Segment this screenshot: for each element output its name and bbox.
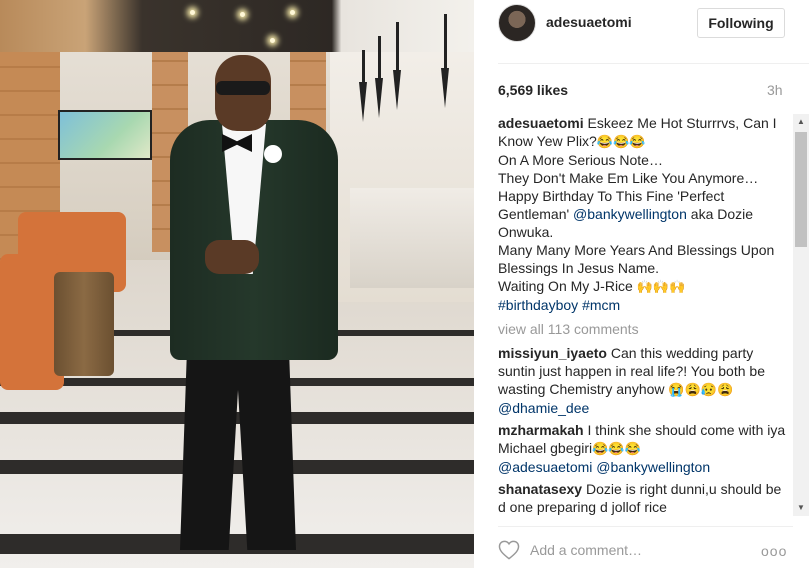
post-header: adesuaetomi Following [474,0,809,46]
add-comment-input[interactable] [530,540,750,560]
following-button[interactable]: Following [697,8,785,38]
view-all-comments-link[interactable]: view all 113 comments [498,320,792,338]
caption-emoji: 😂😂😂 [596,134,646,149]
comment-item: mzharmakah I think she should come with … [498,421,792,476]
hashtag-birthdayboy[interactable]: #birthdayboy [498,297,578,313]
floor-stripe [0,412,474,424]
pendant-lamp [359,82,367,122]
scroll-thumb[interactable] [795,132,807,247]
hashtag-mcm[interactable]: #mcm [582,297,620,313]
floor-stripe [0,534,474,554]
footer-divider [498,526,793,527]
ceiling-light [240,12,245,17]
pendant-lamp [441,68,449,108]
header-divider [498,63,809,64]
caption-emoji: 🙌🙌🙌 [636,279,686,294]
reception-desk [350,188,474,288]
more-options-icon[interactable]: ooo [761,543,787,559]
post-photo[interactable] [0,0,474,568]
pendant-lamp [393,70,401,110]
heart-icon[interactable] [498,540,520,560]
comment-item: shanatasexy Dozie is right dunni,u shoul… [498,480,792,516]
pendant-cord [378,36,381,82]
scroll-up-arrow-icon[interactable]: ▲ [793,114,809,130]
comment-username[interactable]: missiyun_iyaeto [498,345,607,361]
ceiling [0,0,474,52]
pendant-cord [444,14,447,70]
caption-line: Many Many More Years And Blessings Upon … [498,242,775,276]
scroll-down-arrow-icon[interactable]: ▼ [793,500,809,516]
caption-line: Waiting On My J-Rice [498,278,633,294]
comment-emoji: 😭😩😥😩 [668,382,734,397]
lapel-flower [264,145,282,163]
caption: adesuaetomi Eskeez Me Hot Sturrrvs, Can … [498,114,792,314]
ceiling-light [190,10,195,15]
caption-mention[interactable]: @bankywellington [573,206,687,222]
floor-stripe [0,460,474,474]
post-time[interactable]: 3h [767,82,783,98]
comments-scrollbar[interactable]: ▲ ▼ [793,114,809,516]
caption-username[interactable]: adesuaetomi [498,115,584,131]
hands [205,240,259,274]
comment-mention[interactable]: @dhamie_dee [498,400,589,416]
post-panel: adesuaetomi Following 6,569 likes 3h ade… [474,0,809,568]
comment-username[interactable]: shanatasexy [498,481,582,497]
comment-mention[interactable]: @bankywellington [596,459,710,475]
pendant-cord [396,22,399,72]
suitcase [54,272,114,376]
tv-screen [58,110,152,160]
comments-list[interactable]: adesuaetomi Eskeez Me Hot Sturrrvs, Can … [498,114,792,516]
comment-username[interactable]: mzharmakah [498,422,584,438]
avatar[interactable] [498,4,536,42]
ceiling-light [270,38,275,43]
comment-emoji: 😂😂😂 [592,441,641,456]
comment-item: missiyun_iyaeto Can this wedding party s… [498,344,792,417]
caption-line: On A More Serious Note… [498,152,663,168]
comment-mention[interactable]: @adesuaetomi [498,459,592,475]
pendant-lamp [375,78,383,118]
likes-count[interactable]: 6,569 likes [498,82,568,98]
ceiling-light [290,10,295,15]
header-username[interactable]: adesuaetomi [546,14,632,30]
sunglasses [216,81,270,95]
